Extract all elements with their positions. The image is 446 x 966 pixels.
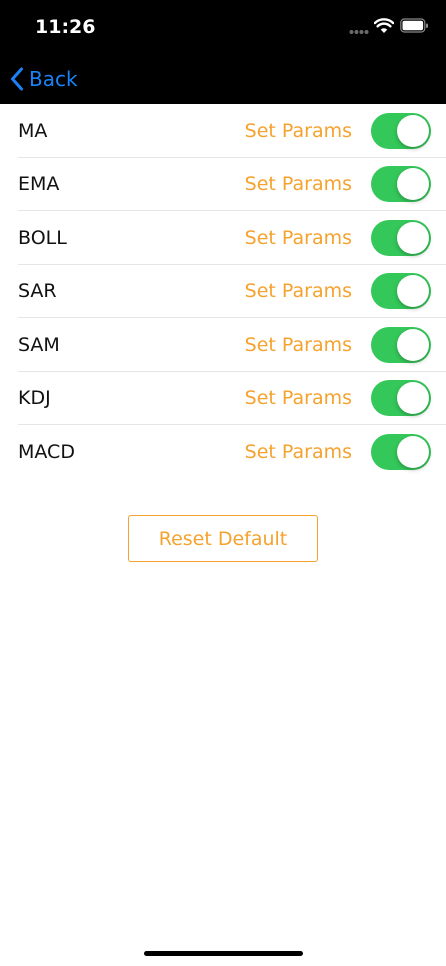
indicator-toggle[interactable] (371, 166, 431, 203)
home-indicator[interactable] (144, 951, 303, 956)
indicator-name: SAR (18, 280, 57, 303)
toggle-knob (397, 168, 429, 201)
toggle-knob (397, 382, 429, 415)
indicator-toggle[interactable] (371, 219, 431, 256)
indicator-row-boll: BOLL Set Params (0, 211, 446, 265)
status-time: 11:26 (35, 16, 96, 38)
cellular-signal-icon (349, 30, 369, 34)
toggle-knob (397, 328, 429, 361)
indicator-row-macd: MACD Set Params (0, 425, 446, 479)
indicator-toggle[interactable] (371, 273, 431, 310)
indicator-name: MA (18, 119, 48, 142)
indicator-list: MA Set Params EMA Set Params BOLL Set Pa… (0, 104, 446, 479)
reset-default-button[interactable]: Reset Default (128, 515, 318, 562)
indicator-name: BOLL (18, 226, 67, 249)
indicator-row-kdj: KDJ Set Params (0, 372, 446, 426)
indicator-toggle[interactable] (371, 326, 431, 363)
set-params-button[interactable]: Set Params (245, 120, 352, 142)
battery-icon (400, 18, 428, 33)
indicator-row-ema: EMA Set Params (0, 158, 446, 212)
set-params-button[interactable]: Set Params (245, 334, 352, 356)
indicator-name: EMA (18, 173, 60, 196)
toggle-knob (397, 435, 429, 468)
toggle-knob (397, 114, 429, 147)
chevron-left-icon (11, 67, 23, 91)
indicator-name: MACD (18, 440, 75, 463)
indicator-toggle[interactable] (371, 433, 431, 470)
indicator-toggle[interactable] (371, 112, 431, 149)
navigation-bar: 11:26 Back (0, 0, 446, 104)
set-params-button[interactable]: Set Params (245, 280, 352, 302)
indicator-row-sam: SAM Set Params (0, 318, 446, 372)
indicator-name: KDJ (18, 387, 51, 410)
indicator-toggle[interactable] (371, 380, 431, 417)
set-params-button[interactable]: Set Params (245, 387, 352, 409)
set-params-button[interactable]: Set Params (245, 227, 352, 249)
set-params-button[interactable]: Set Params (245, 441, 352, 463)
indicator-row-sar: SAR Set Params (0, 265, 446, 319)
indicator-name: SAM (18, 333, 60, 356)
set-params-button[interactable]: Set Params (245, 173, 352, 195)
toggle-knob (397, 275, 429, 308)
toggle-knob (397, 221, 429, 254)
back-label: Back (29, 67, 78, 91)
wifi-icon (374, 18, 394, 33)
indicator-row-ma: MA Set Params (0, 104, 446, 158)
back-button[interactable]: Back (10, 66, 78, 92)
